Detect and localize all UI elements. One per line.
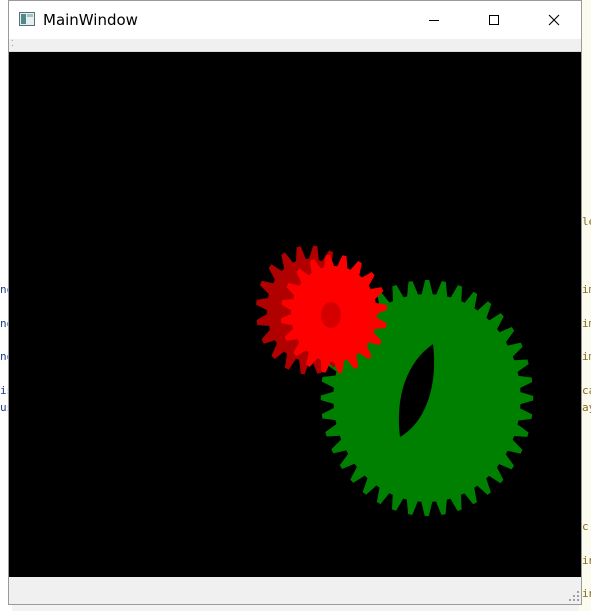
window-title: MainWindow: [43, 11, 138, 29]
opengl-view[interactable]: [9, 52, 581, 577]
minimize-icon: [429, 20, 439, 21]
background-code-fragment: ca: [582, 384, 591, 397]
background-code-fragment: c: [582, 520, 589, 533]
close-icon: [548, 14, 560, 26]
resize-grip-icon[interactable]: [569, 591, 579, 601]
maximize-icon: [489, 15, 499, 25]
background-code-fragment: im: [582, 317, 591, 330]
background-code-fragment: in: [582, 554, 591, 567]
background-code-fragment: ay: [582, 401, 591, 414]
close-button[interactable]: [531, 1, 577, 39]
background-code-fragment: im: [582, 283, 591, 296]
status-bar: [9, 577, 581, 604]
small-gear-hub: [321, 302, 341, 328]
small-gear: [256, 245, 388, 375]
background-code-fragment: le: [582, 215, 591, 228]
minimize-button[interactable]: [411, 1, 457, 39]
title-bar[interactable]: MainWindow: [9, 1, 581, 39]
background-code-fragment: in: [582, 587, 591, 600]
gears-scene: [256, 245, 534, 516]
main-window: MainWindow ⁚: [8, 0, 582, 605]
toolbar-grip-icon[interactable]: ⁚: [11, 40, 14, 48]
toolbar-area: ⁚: [9, 39, 581, 52]
app-window-icon: [19, 12, 35, 26]
maximize-button[interactable]: [471, 1, 517, 39]
background-code-fragment: im: [582, 350, 591, 363]
